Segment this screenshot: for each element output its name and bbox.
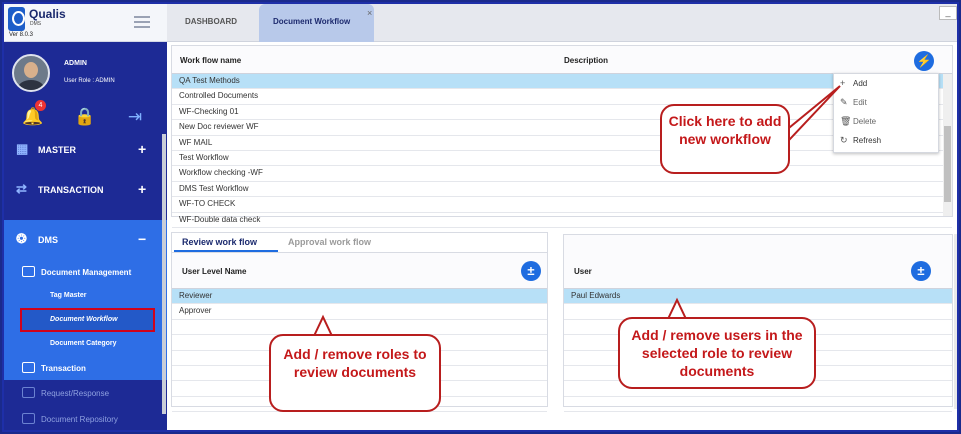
sidebar-item-transaction-sub[interactable]: Transaction xyxy=(4,356,167,380)
menu-item-delete[interactable]: 🗑 Delete xyxy=(834,112,938,131)
sidebar-item-label: Document Management xyxy=(41,268,132,277)
folder-icon xyxy=(22,387,35,398)
sidebar-item-request-response[interactable]: Request/Response xyxy=(4,380,167,406)
plus-icon: + xyxy=(840,78,846,88)
menu-item-label: Delete xyxy=(853,117,877,126)
grid-icon: ▦ xyxy=(16,141,29,156)
review-tabs: Review work flow Approval work flow xyxy=(172,233,547,253)
table-row[interactable]: DMS Test Workflow xyxy=(172,182,952,198)
sidebar-menu: ▦ MASTER + ⇄ TRANSACTION + ❂ DMS − Docum… xyxy=(4,130,167,430)
table-row[interactable]: Test Workflow xyxy=(172,151,952,167)
lightning-bolt-icon[interactable]: ⚡ xyxy=(914,51,934,71)
user-name: ADMIN xyxy=(64,60,87,67)
bell-icon[interactable]: 🔔 4 xyxy=(22,100,46,128)
dms-submenu: Document Management Tag Master Document … xyxy=(4,260,167,380)
column-header-user: User xyxy=(574,267,592,276)
tab-dashboard[interactable]: DASHBOARD xyxy=(171,4,251,42)
sidebar-item-document-category[interactable]: Document Category xyxy=(4,332,167,356)
column-header-workflow-name: Work flow name xyxy=(180,56,242,65)
sidebar-item-document-repository[interactable]: Document Repository xyxy=(4,406,167,430)
menu-item-add[interactable]: + Add xyxy=(834,74,938,93)
transaction-icon: ⇄ xyxy=(16,181,27,196)
column-header-user-level: User Level Name xyxy=(182,267,247,276)
lock-icon[interactable]: 🔒 xyxy=(74,106,96,128)
qualis-logo-icon xyxy=(8,7,25,31)
menu-item-label: Refresh xyxy=(853,136,882,145)
menu-item-label: Edit xyxy=(853,98,867,107)
sidebar-item-label: Transaction xyxy=(41,364,86,373)
tab-document-workflow[interactable]: Document Workflow xyxy=(259,4,374,42)
table-row[interactable]: Approver xyxy=(172,304,547,320)
sidebar-item-label: TRANSACTION xyxy=(38,185,104,195)
expand-plus-icon: + xyxy=(138,181,147,197)
collapse-minus-icon: − xyxy=(138,231,147,247)
close-tab-icon[interactable]: × xyxy=(367,8,372,18)
add-remove-user-icon[interactable]: ± xyxy=(911,261,931,281)
minimize-icon[interactable]: _ xyxy=(939,6,957,20)
sidebar-item-label: Document Category xyxy=(50,340,117,347)
sidebar-item-label: DMS xyxy=(38,235,58,245)
app-logo-sub: DMS xyxy=(30,21,42,27)
menu-item-refresh[interactable]: ↻ Refresh xyxy=(834,131,938,150)
sidebar-item-dms[interactable]: ❂ DMS − xyxy=(4,220,167,260)
edit-icon: ✎ xyxy=(840,97,848,107)
table-row[interactable]: Paul Edwards xyxy=(564,289,952,305)
tab-approval-workflow[interactable]: Approval work flow xyxy=(288,237,371,247)
table-row[interactable]: WF-Double data check xyxy=(172,213,952,228)
folder-icon xyxy=(22,266,35,277)
callout-review-roles: Add / remove roles to review documents xyxy=(269,334,441,412)
user-profile: ADMIN User Role : ADMIN 🔔 4 🔒 ⇥ xyxy=(4,42,167,142)
active-tab-indicator xyxy=(174,250,278,252)
notification-badge: 4 xyxy=(35,100,46,111)
user-role: User Role : ADMIN xyxy=(64,78,115,84)
table-row[interactable]: Reviewer xyxy=(172,289,547,305)
menu-item-label: Add xyxy=(853,79,868,88)
table-row[interactable]: WF-TO CHECK xyxy=(172,197,952,213)
folder-icon xyxy=(22,413,35,424)
sidebar-item-label: Request/Response xyxy=(41,389,110,398)
sidebar-item-label: Document Repository xyxy=(41,415,118,424)
menu-item-edit[interactable]: ✎ Edit xyxy=(834,93,938,112)
avatar xyxy=(12,54,50,92)
add-remove-role-icon[interactable]: ± xyxy=(521,261,541,281)
sidebar-scrollbar[interactable] xyxy=(162,134,166,414)
profile-actions: 🔔 4 🔒 ⇥ xyxy=(18,100,158,130)
award-icon: ❂ xyxy=(16,231,27,246)
folder-icon xyxy=(22,362,35,373)
tab-review-workflow[interactable]: Review work flow xyxy=(182,237,257,247)
sidebar: Qualis DMS Ver 8.0.3 ADMIN User Role : A… xyxy=(4,4,167,430)
refresh-icon: ↻ xyxy=(840,135,848,145)
sidebar-item-tag-master[interactable]: Tag Master xyxy=(4,284,167,308)
table-row xyxy=(172,320,547,336)
user-level-header: User Level Name ± xyxy=(172,253,547,289)
workflow-table-header: Work flow name Description ⚡ xyxy=(172,46,952,74)
action-dropdown-menu: + Add ✎ Edit 🗑 Delete ↻ Refresh xyxy=(833,73,939,153)
logout-icon[interactable]: ⇥ xyxy=(124,106,146,128)
sidebar-item-document-management[interactable]: Document Management xyxy=(4,260,167,284)
sidebar-item-transaction[interactable]: ⇄ TRANSACTION + xyxy=(4,170,167,210)
trash-icon: 🗑 xyxy=(840,116,852,126)
column-header-description: Description xyxy=(564,56,609,65)
hamburger-menu-icon[interactable] xyxy=(134,16,150,28)
app-window: Qualis DMS Ver 8.0.3 ADMIN User Role : A… xyxy=(2,2,959,432)
app-version: Ver 8.0.3 xyxy=(9,32,34,38)
table-row xyxy=(564,397,952,413)
callout-review-users: Add / remove users in the selected role … xyxy=(618,317,816,389)
sidebar-header: Qualis DMS Ver 8.0.3 xyxy=(4,4,167,42)
workflow-table-scrollbar[interactable] xyxy=(943,74,952,216)
sidebar-item-label: Tag Master xyxy=(50,292,87,299)
table-row[interactable]: Workflow checking -WF xyxy=(172,166,952,182)
sidebar-item-label: Document Workflow xyxy=(50,316,118,323)
sidebar-item-label: MASTER xyxy=(38,145,76,155)
app-logo-name: Qualis xyxy=(29,7,66,21)
tab-bar: DASHBOARD Document Workflow × xyxy=(167,4,957,42)
sidebar-item-document-workflow[interactable]: Document Workflow xyxy=(20,308,155,332)
sidebar-item-master[interactable]: ▦ MASTER + xyxy=(4,130,167,170)
user-header: User ± xyxy=(564,235,952,289)
callout-add-workflow: Click here to add new workflow xyxy=(660,104,790,174)
expand-plus-icon: + xyxy=(138,141,147,157)
users-scrollbar[interactable] xyxy=(954,234,957,409)
